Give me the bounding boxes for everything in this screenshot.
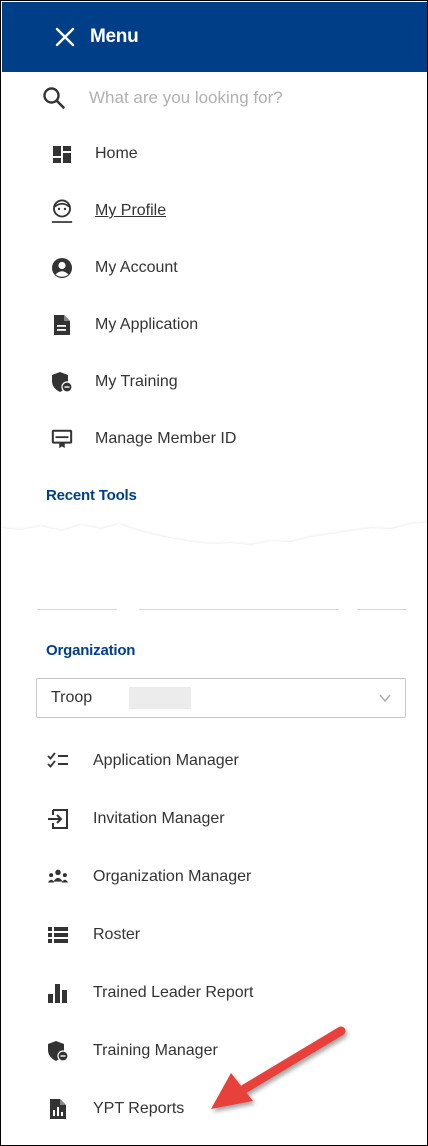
sign-in-icon: [47, 808, 69, 830]
checklist-icon: [47, 750, 69, 772]
tool-item-label: YPT Reports: [93, 1100, 185, 1117]
recent-tools-heading: Recent Tools: [46, 487, 137, 504]
document-icon: [51, 314, 73, 336]
report-document-icon: [47, 1098, 69, 1120]
divider-line: [139, 609, 339, 610]
nav-item-label: Home: [95, 145, 138, 162]
menu-title: Menu: [90, 26, 139, 47]
nav-item-home[interactable]: Home: [51, 139, 411, 169]
shield-training-icon: [51, 371, 73, 393]
nav-item-label: My Account: [95, 259, 178, 276]
search-input[interactable]: [89, 81, 409, 115]
tool-item-roster[interactable]: Roster: [47, 920, 407, 950]
tool-item-label: Trained Leader Report: [93, 984, 254, 1001]
divider-line: [357, 609, 407, 610]
redacted-unit-number: [129, 687, 191, 709]
account-circle-icon: [51, 257, 73, 279]
nav-item-label: My Application: [95, 316, 199, 333]
nav-item-label: Manage Member ID: [95, 430, 237, 447]
dashboard-icon: [51, 143, 73, 165]
tool-item-invitation-manager[interactable]: Invitation Manager: [47, 804, 407, 834]
search-bar: [39, 81, 419, 115]
tool-item-organization-manager[interactable]: Organization Manager: [47, 862, 407, 892]
tool-item-trained-leader-report[interactable]: Trained Leader Report: [47, 978, 407, 1008]
nav-item-manage-member-id[interactable]: Manage Member ID: [51, 424, 411, 454]
nav-item-my-account[interactable]: My Account: [51, 253, 411, 283]
menu-header: Menu: [2, 2, 427, 72]
tool-item-label: Roster: [93, 926, 141, 943]
bar-chart-icon: [47, 982, 69, 1004]
side-menu-panel: Menu Home: [0, 0, 428, 1146]
nav-item-my-application[interactable]: My Application: [51, 310, 411, 340]
search-icon[interactable]: [42, 86, 66, 110]
tool-item-ypt-reports[interactable]: YPT Reports: [47, 1094, 407, 1124]
shield-training-icon: [47, 1040, 69, 1062]
organization-heading: Organization: [46, 642, 136, 659]
nav-item-my-training[interactable]: My Training: [51, 367, 411, 397]
list-icon: [47, 924, 69, 946]
nav-item-my-profile[interactable]: My Profile: [51, 196, 411, 226]
tool-item-label: Invitation Manager: [93, 810, 225, 827]
tool-item-application-manager[interactable]: Application Manager: [47, 746, 407, 776]
selected-unit-value: Troop: [51, 689, 93, 706]
organization-unit-select[interactable]: Troop: [36, 678, 406, 718]
torn-edge-divider: [1, 522, 427, 576]
tool-item-label: Training Manager: [93, 1042, 218, 1059]
tool-item-label: Application Manager: [93, 752, 239, 769]
chevron-down-icon: [379, 694, 391, 703]
profile-face-icon: [51, 199, 73, 223]
close-icon[interactable]: [54, 26, 76, 48]
tool-item-training-manager[interactable]: Training Manager: [47, 1036, 407, 1066]
nav-item-label: My Training: [95, 373, 178, 390]
member-id-card-icon: [51, 428, 73, 450]
group-icon: [47, 866, 69, 888]
divider-line: [37, 609, 117, 610]
nav-item-label: My Profile: [95, 202, 167, 219]
tool-item-label: Organization Manager: [93, 868, 252, 885]
